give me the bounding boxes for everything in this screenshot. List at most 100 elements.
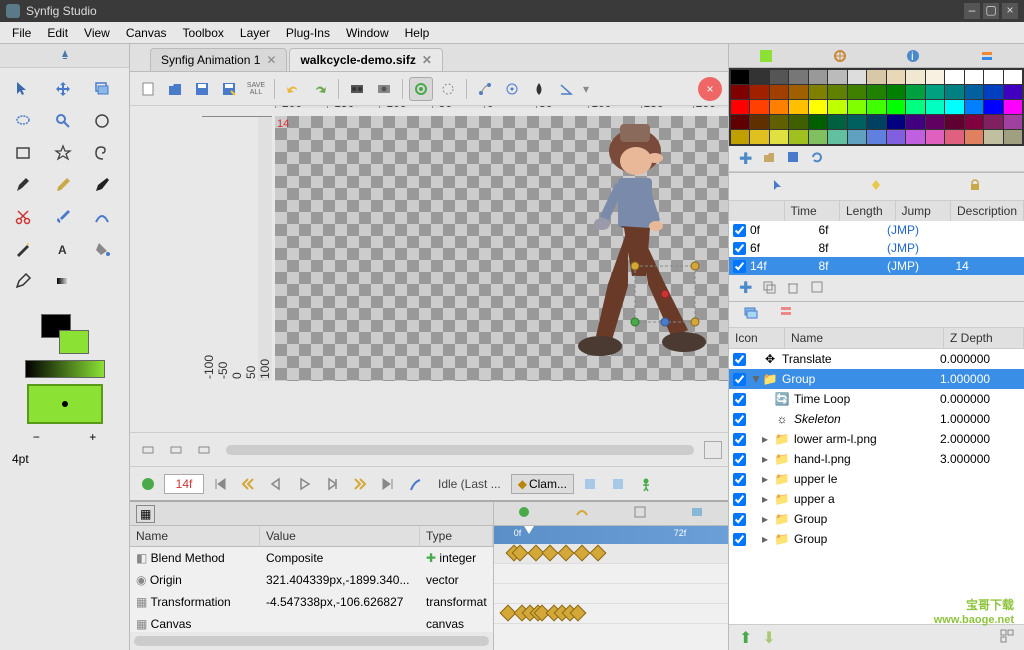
minimize-button[interactable]: – (964, 3, 980, 19)
size-plus[interactable]: + (89, 430, 96, 444)
cancel-render-button[interactable]: × (698, 77, 722, 101)
palette-cell[interactable] (789, 70, 807, 84)
palette-cell[interactable] (926, 100, 944, 114)
size-minus[interactable]: − (33, 430, 40, 444)
layer-up[interactable]: ⬆ (739, 628, 752, 648)
timeline-track[interactable]: 0f72f (494, 526, 728, 650)
palette-cell[interactable] (789, 115, 807, 129)
palette-cell[interactable] (809, 85, 827, 99)
palette-cell[interactable] (965, 85, 983, 99)
target-button[interactable] (500, 77, 524, 101)
palette-cell[interactable] (867, 85, 885, 99)
pal-add[interactable]: ✚ (739, 149, 752, 169)
active-color[interactable] (27, 384, 103, 424)
palette-cell[interactable] (828, 100, 846, 114)
onion-button[interactable] (409, 77, 433, 101)
layers-icon[interactable] (743, 305, 759, 324)
palette-cell[interactable] (984, 100, 1002, 114)
saveall-button[interactable]: SAVE ALL (244, 77, 268, 101)
kf-pointer[interactable] (771, 178, 785, 195)
rtab-nav[interactable] (803, 44, 877, 67)
dropdown-icon[interactable]: ▾ (581, 82, 591, 96)
palette-cell[interactable] (887, 100, 905, 114)
palette-cell[interactable] (770, 70, 788, 84)
kf-tool-2[interactable] (606, 472, 630, 496)
menu-edit[interactable]: Edit (39, 24, 76, 42)
character-artwork[interactable] (495, 116, 728, 376)
palette-cell[interactable] (1004, 70, 1022, 84)
bg-color[interactable] (59, 330, 89, 354)
clamp-button[interactable]: Clam... (511, 474, 574, 494)
palette-cell[interactable] (1004, 100, 1022, 114)
pal-save[interactable] (786, 150, 800, 167)
layer-row[interactable]: ☼Skeleton1.000000 (729, 409, 1024, 429)
prev-kf-button[interactable] (236, 472, 260, 496)
pal-refresh[interactable] (810, 150, 824, 167)
pal-load[interactable] (762, 150, 776, 167)
new-button[interactable] (136, 77, 160, 101)
close-button[interactable]: × (1002, 3, 1018, 19)
palette-cell[interactable] (828, 70, 846, 84)
palette-cell[interactable] (867, 70, 885, 84)
palette-cell[interactable] (750, 70, 768, 84)
saveas-button[interactable] (217, 77, 241, 101)
tl-tab-1[interactable] (517, 505, 531, 522)
palette-cell[interactable] (750, 130, 768, 144)
btn2[interactable] (164, 438, 188, 462)
keyframe-icon[interactable] (541, 545, 558, 562)
palette-cell[interactable] (926, 115, 944, 129)
animate-toggle[interactable] (634, 472, 658, 496)
angle-button[interactable] (554, 77, 578, 101)
palette-cell[interactable] (750, 85, 768, 99)
layer-row[interactable]: 🔄Time Loop0.000000 (729, 389, 1024, 409)
layer-down[interactable]: ⬇ (762, 628, 775, 648)
menu-canvas[interactable]: Canvas (118, 24, 175, 42)
drop-button[interactable] (527, 77, 551, 101)
play-button[interactable] (292, 472, 316, 496)
palette-cell[interactable] (965, 70, 983, 84)
keyframe-icon[interactable] (573, 545, 590, 562)
palette-cell[interactable] (731, 100, 749, 114)
rtab-info[interactable]: i (877, 44, 951, 67)
param-row[interactable]: ▦ Transformation-4.547338px,-106.626827t… (130, 591, 493, 613)
stroke-size[interactable]: 4pt (8, 450, 121, 468)
palette-cell[interactable] (1004, 130, 1022, 144)
ink-tool[interactable] (87, 172, 117, 198)
layer-row[interactable]: ▸📁upper le (729, 469, 1024, 489)
seek-end-button[interactable] (376, 472, 400, 496)
palette-cell[interactable] (731, 70, 749, 84)
palette-cell[interactable] (770, 115, 788, 129)
palette-cell[interactable] (789, 100, 807, 114)
layer-row[interactable]: ▼📁Group1.000000 (729, 369, 1024, 389)
palette-cell[interactable] (906, 100, 924, 114)
palette-cell[interactable] (945, 70, 963, 84)
palette-cell[interactable] (945, 100, 963, 114)
sets-icon[interactable] (779, 305, 795, 324)
kf-lock[interactable] (968, 178, 982, 195)
palette-cell[interactable] (809, 70, 827, 84)
palette-cell[interactable] (809, 115, 827, 129)
layer-group[interactable] (1000, 629, 1014, 646)
palette-cell[interactable] (750, 100, 768, 114)
params-scrollbar[interactable] (134, 636, 489, 646)
lasso-tool[interactable] (8, 108, 38, 134)
palette-cell[interactable] (1004, 115, 1022, 129)
tab-close-icon[interactable]: ✕ (266, 53, 276, 67)
palette-cell[interactable] (731, 85, 749, 99)
star-tool[interactable] (48, 140, 78, 166)
wand-tool[interactable] (8, 236, 38, 262)
palette-cell[interactable] (945, 85, 963, 99)
menu-window[interactable]: Window (338, 24, 397, 42)
palette-cell[interactable] (731, 130, 749, 144)
param-row[interactable]: ◉ Origin321.404339px,-1899.340...vector (130, 569, 493, 591)
pointer-tool[interactable] (8, 76, 38, 102)
smooth-tool[interactable] (87, 204, 117, 230)
rect-tool[interactable] (8, 140, 38, 166)
preview-button[interactable] (372, 77, 396, 101)
redo-button[interactable] (308, 77, 332, 101)
menu-file[interactable]: File (4, 24, 39, 42)
palette-cell[interactable] (848, 70, 866, 84)
palette-cell[interactable] (984, 85, 1002, 99)
onion-prev-button[interactable] (436, 77, 460, 101)
palette-cell[interactable] (887, 70, 905, 84)
